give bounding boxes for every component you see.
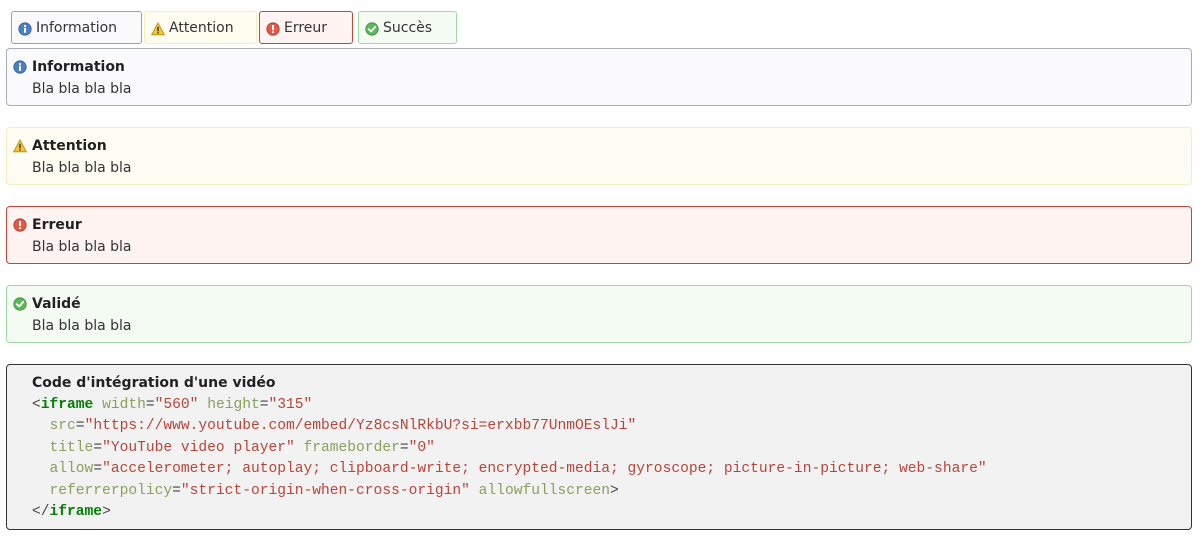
warning-message: Attention Bla bla bla bla [6,127,1192,185]
message-title: Validé [32,296,81,312]
tab-label: Information [36,19,118,36]
code-attr: title [49,439,94,456]
code-value: "560" [154,397,199,413]
message-body: Bla bla bla bla [32,160,132,176]
code-attr: allowfullscreen [478,482,611,499]
embed-code-block: Code d'intégration d'une vidéo <iframe w… [6,364,1192,530]
tab-attention[interactable]: Attention [144,11,257,44]
success-icon [365,22,379,36]
code-attr: width [102,397,146,413]
message-title: Erreur [32,217,82,233]
embed-code[interactable]: <iframe width="560" height="315" src="ht… [32,395,987,523]
code-attr: allow [49,461,94,478]
code-attr: height [207,397,260,413]
error-message: Erreur Bla bla bla bla [6,206,1192,264]
error-icon [266,22,280,36]
success-icon [13,297,27,311]
info-icon [18,22,32,36]
code-value: "315" [268,397,313,413]
code-value: "https://www.youtube.com/embed/Yz8csNlRk… [84,418,637,435]
message-title: Information [32,59,125,75]
message-type-tabs: Information Attention Erreur Succès [11,11,459,44]
code-attr: src [49,418,76,435]
message-body: Bla bla bla bla [32,239,132,255]
code-value: "strict-origin-when-cross-origin" [180,482,470,499]
message-body: Bla bla bla bla [32,318,132,334]
warning-icon [151,22,165,36]
success-message: Validé Bla bla bla bla [6,285,1192,343]
info-icon [13,60,27,74]
code-tag: iframe [40,397,94,413]
info-message: Information Bla bla bla bla [6,48,1192,106]
code-value: "YouTube video player" [102,439,295,456]
code-value: "accelerometer; autoplay; clipboard-writ… [102,461,987,478]
tab-succes[interactable]: Succès [358,11,457,44]
code-attr: referrerpolicy [49,482,173,499]
tab-erreur[interactable]: Erreur [259,11,353,44]
error-icon [13,218,27,232]
tab-label: Succès [383,19,433,36]
message-title: Attention [32,138,107,154]
tab-label: Attention [169,19,234,36]
tab-information[interactable]: Information [11,11,142,44]
code-block-title: Code d'intégration d'une vidéo [32,375,276,391]
message-body: Bla bla bla bla [32,81,132,97]
code-value: "0" [408,439,435,456]
code-tag: iframe [49,504,103,521]
code-attr: frameborder [303,439,400,456]
tab-label: Erreur [284,19,328,36]
warning-icon [13,139,27,153]
